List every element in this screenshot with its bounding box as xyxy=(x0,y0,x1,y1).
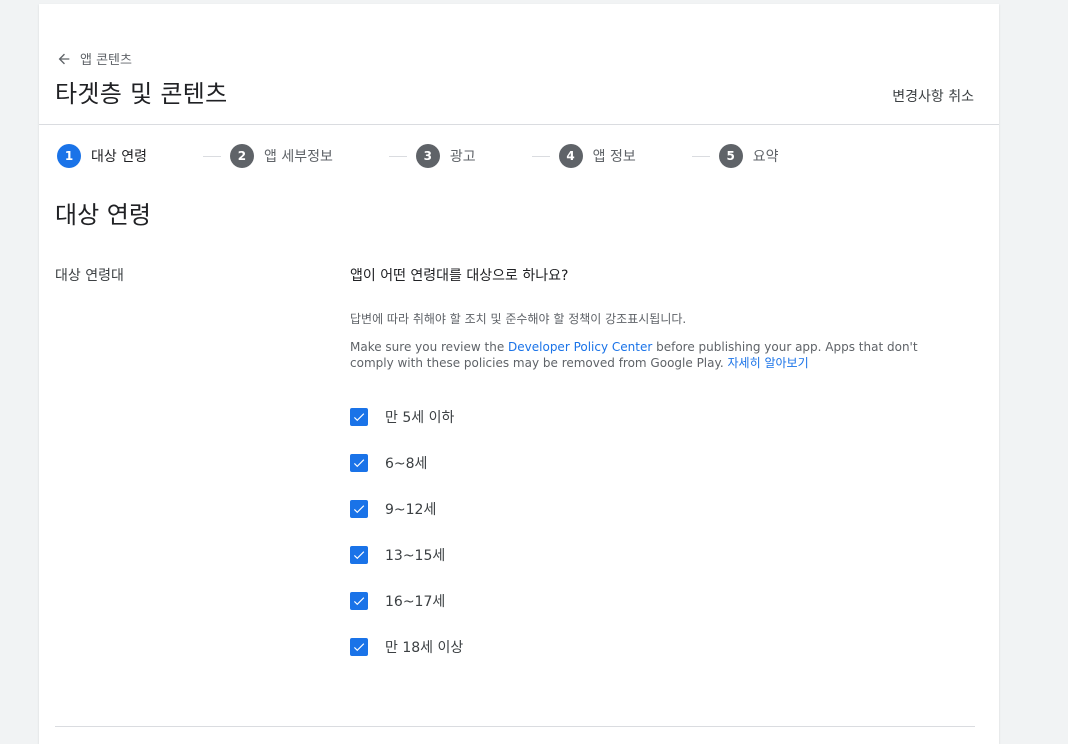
age-option-18-plus[interactable]: 만 18세 이상 xyxy=(350,634,463,660)
checkbox[interactable] xyxy=(350,500,368,518)
step-4-app-info[interactable]: 4 앱 정보 xyxy=(558,144,636,168)
checkbox[interactable] xyxy=(350,546,368,564)
content-card: 앱 콘텐츠 타겟층 및 콘텐츠 변경사항 취소 1 대상 연령 2 앱 세부정보… xyxy=(39,4,999,744)
footer-divider xyxy=(55,726,975,727)
step-number: 5 xyxy=(718,144,743,168)
age-option-label: 만 5세 이하 xyxy=(385,410,455,426)
age-option-label: 13~15세 xyxy=(385,548,446,564)
back-link-label: 앱 콘텐츠 xyxy=(80,53,132,68)
step-number: 1 xyxy=(57,144,81,168)
developer-policy-center-link[interactable]: Developer Policy Center xyxy=(508,340,652,354)
step-label: 요약 xyxy=(752,149,779,165)
age-options-list: 만 5세 이하 6~8세 9~12세 13~15세 16~17세 만 18세 이… xyxy=(350,404,463,680)
discard-changes-button[interactable]: 변경사항 취소 xyxy=(892,86,974,106)
age-option-6-8[interactable]: 6~8세 xyxy=(350,450,463,476)
step-connector xyxy=(691,155,710,157)
age-option-label: 9~12세 xyxy=(385,502,437,518)
question-text: 앱이 어떤 연령대를 대상으로 하나요? xyxy=(350,268,569,284)
check-icon xyxy=(353,643,365,652)
learn-more-link[interactable]: 자세히 알아보기 xyxy=(728,356,809,370)
field-label-target-age: 대상 연령대 xyxy=(55,268,124,284)
step-label: 앱 세부정보 xyxy=(263,149,333,165)
step-connector xyxy=(388,155,407,157)
step-number: 2 xyxy=(229,144,254,168)
stepper: 1 대상 연령 2 앱 세부정보 3 광고 4 앱 정보 5 요약 xyxy=(57,144,778,168)
policy-prefix: Make sure you review the xyxy=(350,340,509,354)
page-title: 타겟층 및 콘텐츠 xyxy=(55,80,228,108)
check-icon xyxy=(353,551,365,560)
check-icon xyxy=(353,505,365,514)
step-label: 앱 정보 xyxy=(592,149,636,165)
header-divider xyxy=(39,124,999,125)
step-connector xyxy=(531,155,550,157)
step-label: 대상 연령 xyxy=(91,149,147,165)
age-option-label: 16~17세 xyxy=(385,594,446,610)
target-age-question-block: 앱이 어떤 연령대를 대상으로 하나요? 답변에 따라 취해야 할 조치 및 준… xyxy=(350,265,950,371)
age-option-label: 6~8세 xyxy=(385,456,428,472)
arrow-back-icon xyxy=(58,53,70,64)
checkbox[interactable] xyxy=(350,592,368,610)
step-label: 광고 xyxy=(449,149,476,165)
age-option-label: 만 18세 이상 xyxy=(385,640,464,656)
step-3-ads[interactable]: 3 광고 xyxy=(415,144,476,168)
age-option-9-12[interactable]: 9~12세 xyxy=(350,496,463,522)
age-option-13-15[interactable]: 13~15세 xyxy=(350,542,463,568)
check-icon xyxy=(353,597,365,606)
policy-note: Make sure you review the Developer Polic… xyxy=(350,339,950,371)
step-1-target-age[interactable]: 1 대상 연령 xyxy=(57,144,147,168)
check-icon xyxy=(353,413,365,422)
check-icon xyxy=(353,459,365,468)
step-number: 3 xyxy=(415,144,440,168)
age-option-16-17[interactable]: 16~17세 xyxy=(350,588,463,614)
section-title: 대상 연령 xyxy=(55,201,151,229)
checkbox[interactable] xyxy=(350,638,368,656)
helper-text: 답변에 따라 취해야 할 조치 및 준수해야 할 정책이 강조표시됩니다. xyxy=(350,312,687,326)
step-5-summary[interactable]: 5 요약 xyxy=(718,144,779,168)
step-connector xyxy=(202,155,221,157)
back-link[interactable]: 앱 콘텐츠 xyxy=(56,49,132,68)
age-option-under-5[interactable]: 만 5세 이하 xyxy=(350,404,463,430)
checkbox[interactable] xyxy=(350,454,368,472)
checkbox[interactable] xyxy=(350,408,368,426)
step-2-app-details[interactable]: 2 앱 세부정보 xyxy=(229,144,333,168)
step-number: 4 xyxy=(558,144,583,168)
